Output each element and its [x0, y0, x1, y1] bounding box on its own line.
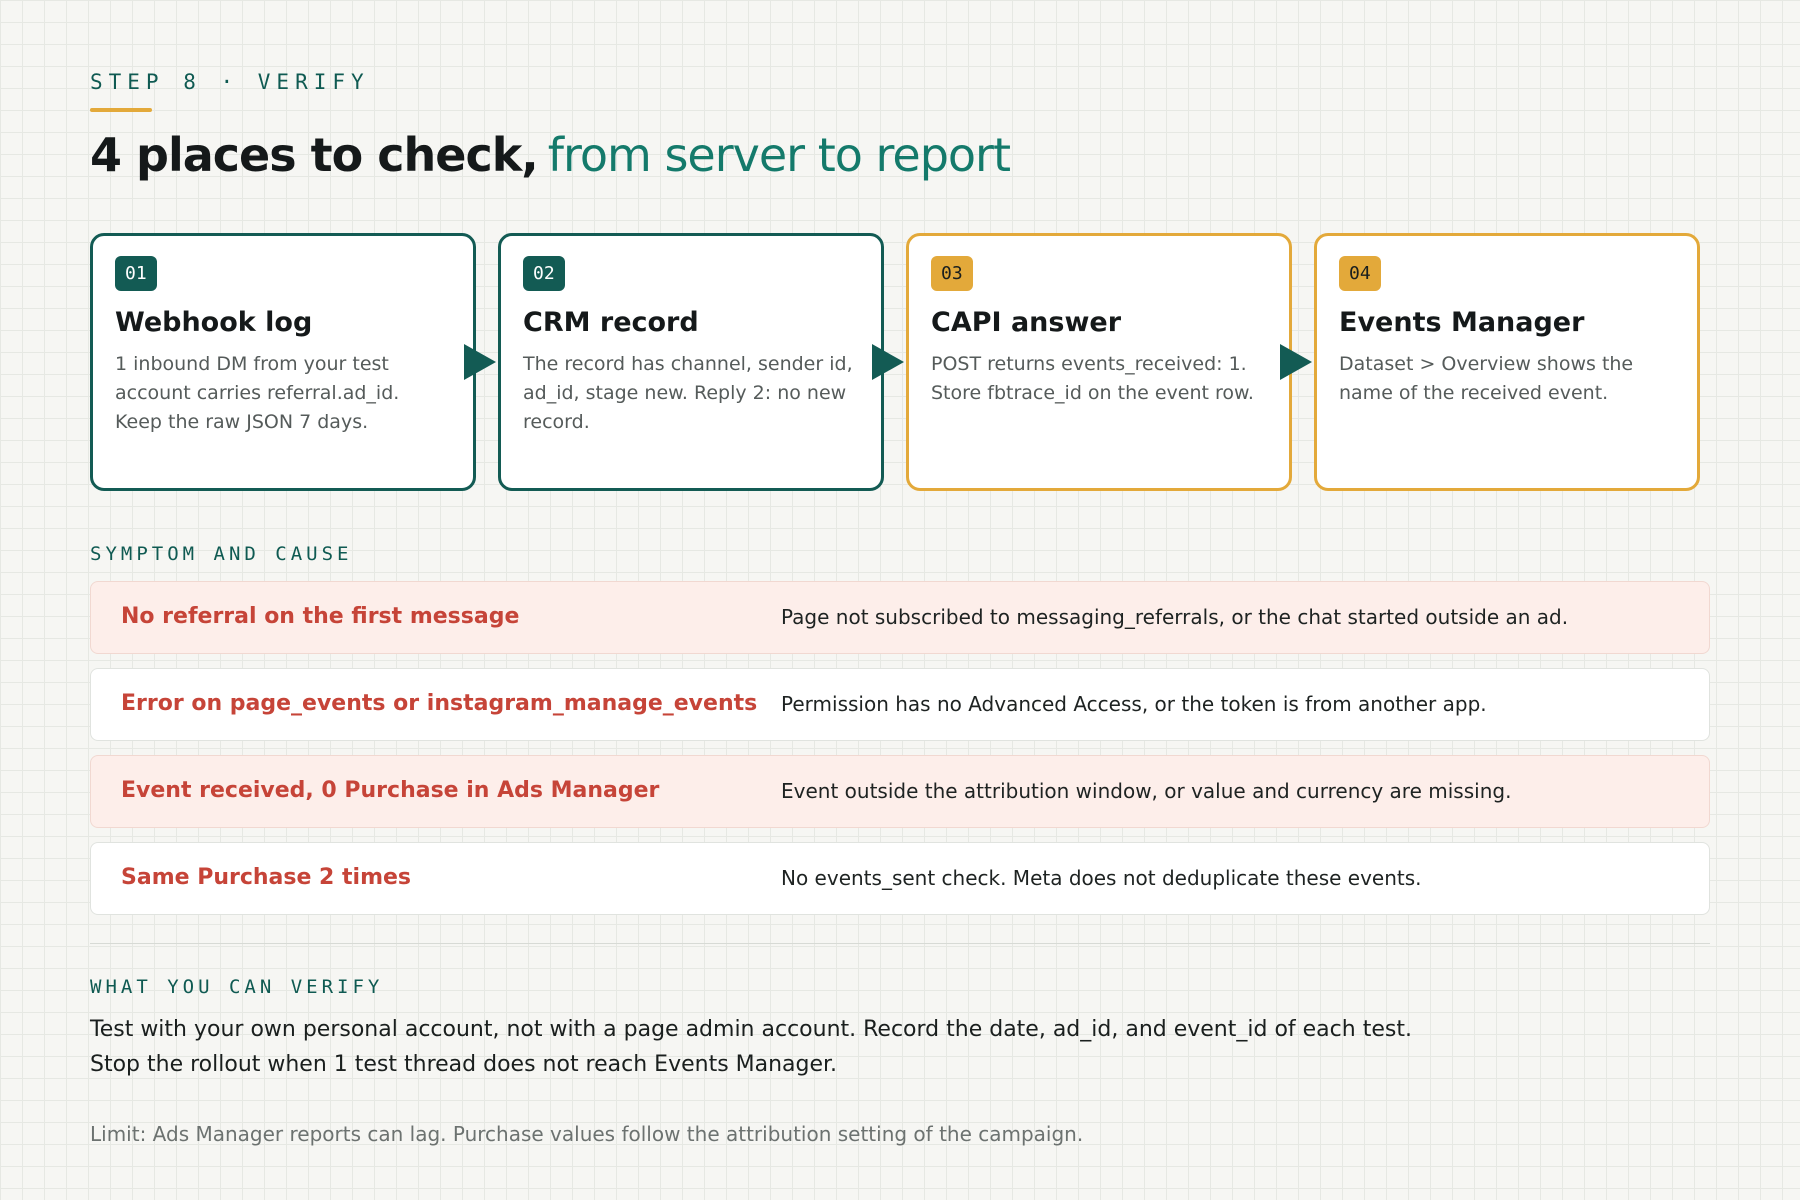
limit-note: Limit: Ads Manager reports can lag. Purc… — [90, 1121, 1084, 1146]
step-number-badge: 04 — [1339, 255, 1381, 291]
step-card-capi-answer: 03 CAPI answer POST returns events_recei… — [906, 232, 1292, 491]
step-title: CAPI answer — [931, 306, 1122, 338]
verify-line: Stop the rollout when 1 test thread does… — [90, 1051, 838, 1077]
symptom-text: Same Purchase 2 times — [121, 864, 412, 890]
title-main: 4 places to check, — [90, 128, 539, 182]
step-number-badge: 02 — [523, 255, 565, 291]
flow-arrow-icon — [872, 343, 904, 380]
symptom-text: No referral on the first message — [121, 603, 520, 629]
cause-text: Page not subscribed to messaging_referra… — [781, 604, 1569, 629]
step-title: CRM record — [523, 306, 699, 338]
verify-section-label: WHAT YOU CAN VERIFY — [90, 975, 384, 998]
flow-arrow-icon — [1280, 343, 1312, 380]
step-card-webhook-log: 01 Webhook log 1 inbound DM from your te… — [90, 232, 476, 491]
table-row: Same Purchase 2 times No events_sent che… — [90, 841, 1710, 915]
verify-line: Test with your own personal account, not… — [90, 1016, 1412, 1042]
symptom-section-label: SYMPTOM AND CAUSE — [90, 542, 353, 565]
step-card-events-manager: 04 Events Manager Dataset > Overview sho… — [1314, 232, 1700, 491]
cause-text: No events_sent check. Meta does not dedu… — [781, 865, 1422, 890]
page-title: 4 places to check, from server to report — [90, 130, 1710, 181]
step-description: The record has channel, sender id, ad_id… — [523, 352, 853, 433]
table-row: Event received, 0 Purchase in Ads Manage… — [90, 754, 1710, 828]
verify-instructions: Test with your own personal account, not… — [90, 1012, 1710, 1082]
eyebrow-underline — [90, 108, 152, 112]
flow-arrow-icon — [464, 343, 496, 380]
title-accent: from server to report — [547, 128, 1011, 182]
step-title: Events Manager — [1339, 306, 1585, 338]
symptom-text: Event received, 0 Purchase in Ads Manage… — [121, 777, 660, 803]
symptom-table: No referral on the first message Page no… — [90, 580, 1710, 915]
step-number-badge: 01 — [115, 255, 157, 291]
verify-page: STEP 8 · VERIFY 4 places to check, from s… — [90, 70, 1710, 1146]
cause-text: Event outside the attribution window, or… — [781, 778, 1512, 803]
step-description: Dataset > Overview shows the name of the… — [1339, 352, 1634, 404]
step-description: 1 inbound DM from your test account carr… — [115, 352, 400, 433]
step-eyebrow: STEP 8 · VERIFY — [90, 70, 370, 94]
step-number-badge: 03 — [931, 255, 973, 291]
step-card-crm-record: 02 CRM record The record has channel, se… — [498, 232, 884, 491]
section-divider — [90, 942, 1710, 944]
step-title: Webhook log — [115, 306, 313, 338]
check-steps: 01 Webhook log 1 inbound DM from your te… — [90, 232, 1710, 491]
table-row: No referral on the first message Page no… — [90, 580, 1710, 654]
table-row: Error on page_events or instagram_manage… — [90, 667, 1710, 741]
symptom-text: Error on page_events or instagram_manage… — [121, 690, 758, 716]
cause-text: Permission has no Advanced Access, or th… — [781, 691, 1487, 716]
step-description: POST returns events_received: 1. Store f… — [931, 352, 1254, 404]
